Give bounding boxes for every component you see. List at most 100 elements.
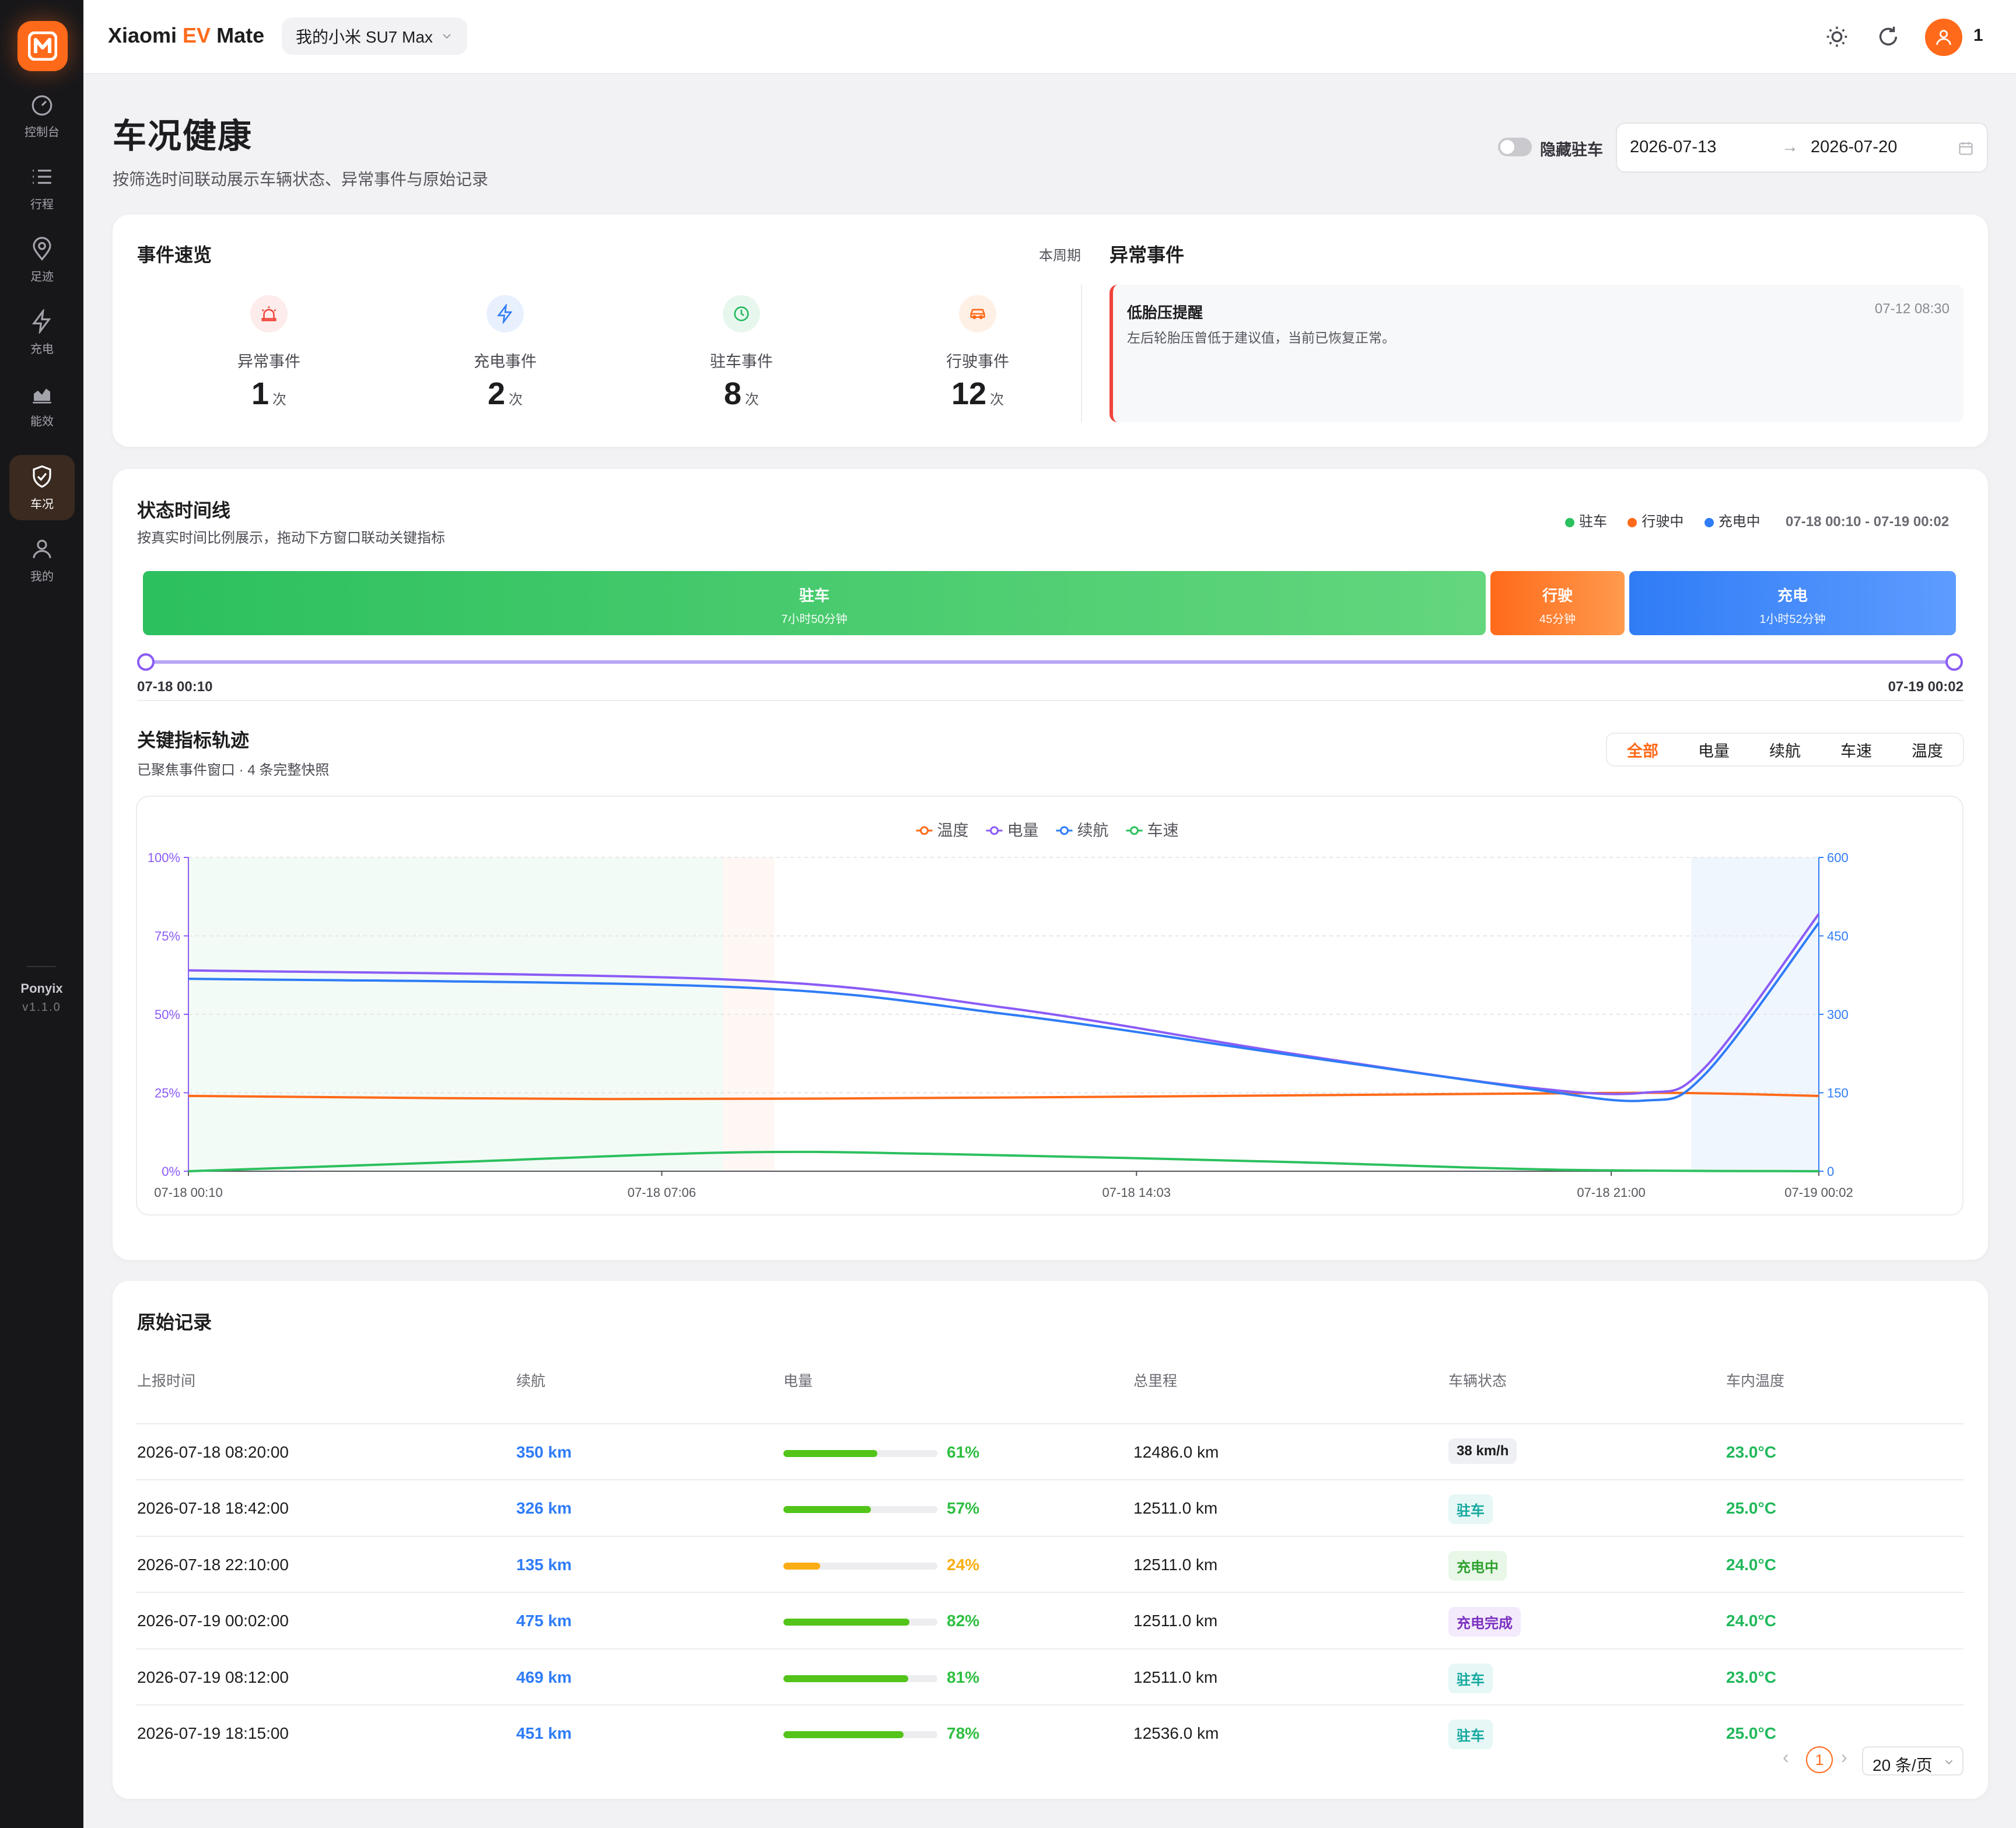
col-header-range[interactable]: 续航 xyxy=(516,1370,545,1391)
tab-temperature[interactable]: 温度 xyxy=(1892,738,1963,761)
col-header-time[interactable]: 上报时间 xyxy=(137,1370,195,1391)
cell-odometer: 12486.0 km xyxy=(1133,1443,1219,1461)
timeline-segment-parking[interactable]: 驻车 7小时50分钟 xyxy=(143,571,1486,635)
sidebar-item-efficiency[interactable]: 能效 xyxy=(9,372,75,437)
theme-toggle-icon[interactable] xyxy=(1824,23,1850,50)
cell-time: 2026-07-19 18:15:00 xyxy=(137,1724,289,1742)
table-row[interactable]: 2026-07-18 18:42:00 326 km 57% 12511.0 km 驻车… xyxy=(136,1479,1964,1535)
timeline-title: 状态时间线 xyxy=(137,500,231,521)
table-row[interactable]: 2026-07-18 08:20:00 350 km 61% 12486.0 km 38… xyxy=(136,1423,1964,1479)
hide-parking-toggle[interactable] xyxy=(1498,138,1532,156)
cell-odometer: 12511.0 km xyxy=(1133,1499,1218,1518)
tab-speed[interactable]: 车速 xyxy=(1821,738,1892,761)
table-row[interactable]: 2026-07-19 08:12:00 469 km 81% 12511.0 km 驻车… xyxy=(136,1648,1964,1704)
page-size-select[interactable]: 20 条/页 xyxy=(1862,1746,1964,1776)
date-from[interactable]: 2026-07-13 xyxy=(1630,138,1716,157)
sidebar-item-label: 能效 xyxy=(30,415,54,428)
range-slider-start-handle[interactable] xyxy=(137,653,155,671)
page-title: 车况健康 xyxy=(113,117,253,155)
cell-temperature: 24.0°C xyxy=(1726,1555,1776,1574)
col-header-odometer[interactable]: 总里程 xyxy=(1133,1370,1177,1391)
vehicle-select[interactable]: 我的小米 SU7 Max xyxy=(282,17,467,55)
tab-battery[interactable]: 电量 xyxy=(1678,738,1749,761)
abnormal-events-title: 异常事件 xyxy=(1110,244,1185,265)
alert-desc: 左后轮胎压曾低于建议值，当前已恢复正常。 xyxy=(1127,330,1395,345)
app-logo[interactable] xyxy=(18,21,68,71)
alert-time: 07-12 08:30 xyxy=(1874,301,1950,317)
range-slider-end-handle[interactable] xyxy=(1945,653,1963,671)
date-arrow-icon: → xyxy=(1782,138,1798,156)
x-tick-label: 07-18 07:06 xyxy=(628,1185,696,1200)
chevron-down-icon xyxy=(1945,1760,1953,1764)
sidebar-item-profile[interactable]: 我的 xyxy=(9,527,75,593)
stat-number: 8 xyxy=(723,376,742,411)
avatar[interactable] xyxy=(1925,19,1962,56)
records-card: 原始记录 上报时间 续航 电量 总里程 车辆状态 车内温度 2026-07-18… xyxy=(113,1281,1988,1799)
stat-unit: 次 xyxy=(990,392,1005,408)
tab-range[interactable]: 续航 xyxy=(1749,738,1821,761)
metric-tabs: 全部 电量 续航 车速 温度 xyxy=(1606,733,1964,766)
col-header-battery[interactable]: 电量 xyxy=(783,1370,813,1391)
events-title: 事件速览 xyxy=(137,244,212,265)
cell-range: 326 km xyxy=(516,1499,572,1518)
page-size-value: 20 条/页 xyxy=(1873,1756,1933,1774)
col-header-temperature[interactable]: 车内温度 xyxy=(1726,1370,1784,1391)
timeline-segment-driving[interactable]: 行驶 45分钟 xyxy=(1490,571,1625,635)
segment-duration: 7小时50分钟 xyxy=(781,613,848,626)
stat-label: 行驶事件 xyxy=(946,353,1009,370)
stat-value: 2次 xyxy=(418,376,593,412)
battery-bar-fill xyxy=(783,1675,908,1682)
battery-bar xyxy=(783,1619,937,1626)
prev-page-icon[interactable]: ‹ xyxy=(1783,1746,1789,1768)
col-header-status[interactable]: 车辆状态 xyxy=(1448,1370,1507,1391)
clock-icon xyxy=(723,295,760,332)
x-tick-label: 07-19 00:02 xyxy=(1784,1185,1853,1200)
next-page-icon[interactable]: › xyxy=(1841,1746,1847,1768)
cell-range: 469 km xyxy=(516,1668,572,1686)
alert-item[interactable]: 低胎压提醒 左后轮胎压曾低于建议值，当前已恢复正常。 07-12 08:30 xyxy=(1110,285,1964,422)
app-title-accent: EV xyxy=(183,23,211,47)
table-row[interactable]: 2026-07-19 18:15:00 451 km 78% 12536.0 km 驻车… xyxy=(136,1704,1964,1760)
sidebar-item-label: 充电 xyxy=(30,342,54,356)
page-number[interactable]: 1 xyxy=(1806,1746,1833,1773)
cell-odometer: 12511.0 km xyxy=(1133,1612,1218,1630)
hide-parking-label: 隐藏驻车 xyxy=(1540,141,1603,159)
table-row[interactable]: 2026-07-19 00:02:00 475 km 82% 12511.0 km 充电… xyxy=(136,1592,1964,1648)
y-left-tick-label: 25% xyxy=(155,1086,180,1101)
segment-name: 充电 xyxy=(1777,587,1808,604)
date-range-picker[interactable]: 2026-07-13 → 2026-07-20 xyxy=(1616,122,1988,173)
timeline-start: 07-18 00:10 xyxy=(137,679,213,695)
sidebar-item-footprint[interactable]: 足迹 xyxy=(9,227,75,293)
timeline-segment-charging[interactable]: 充电 1小时52分钟 xyxy=(1629,571,1956,635)
sidebar-item-label: 控制台 xyxy=(24,125,60,139)
cell-battery: 82% xyxy=(947,1612,980,1630)
sidebar-item-dashboard[interactable]: 控制台 xyxy=(9,83,75,148)
stat-value: 12 次 xyxy=(890,376,1065,412)
status-badge: 驻车 xyxy=(1448,1720,1493,1749)
sidebar-item-charging[interactable]: 充电 xyxy=(9,300,75,365)
table-row[interactable]: 2026-07-18 22:10:00 135 km 24% 12511.0 km 充电… xyxy=(136,1535,1964,1592)
timeline-card: 状态时间线 按真实时间比例展示，拖动下方窗口联动关键指标 驻车 行驶中 充电中 … xyxy=(113,469,1988,1260)
app-title-part: Mate xyxy=(211,23,265,47)
legend-label: 车速 xyxy=(1147,822,1179,839)
battery-bar-fill xyxy=(783,1731,904,1738)
refresh-icon[interactable] xyxy=(1875,23,1902,50)
tab-all[interactable]: 全部 xyxy=(1607,738,1678,761)
y-left-tick-label: 75% xyxy=(155,929,180,944)
metrics-chart-svg[interactable]: 0% 25% 50% 75% 100% 0 150 300 450 600 07-18 00:10 0… xyxy=(137,797,1965,1217)
date-to[interactable]: 2026-07-20 xyxy=(1811,138,1897,157)
stat-number: 12 xyxy=(951,376,987,411)
y-left-tick-label: 0% xyxy=(162,1164,180,1179)
calendar-icon xyxy=(1959,142,1973,155)
stat-label: 驻车事件 xyxy=(710,353,773,370)
range-slider-track[interactable] xyxy=(145,660,1954,664)
sidebar-item-vehicle-health[interactable]: 车况 xyxy=(9,455,75,520)
cell-battery: 78% xyxy=(947,1724,980,1742)
stat-label: 异常事件 xyxy=(237,353,300,370)
events-card: 事件速览 本周期 异常事件 1次 充电事件 2次 驻车事件 8次 行驶事件 12… xyxy=(113,215,1988,447)
sidebar-item-trips[interactable]: 行程 xyxy=(9,155,75,220)
cell-temperature: 23.0°C xyxy=(1726,1668,1776,1686)
shield-check-icon xyxy=(33,465,51,488)
app-title: Xiaomi EV Mate xyxy=(108,23,264,48)
sidebar-item-label: 行程 xyxy=(30,198,54,211)
